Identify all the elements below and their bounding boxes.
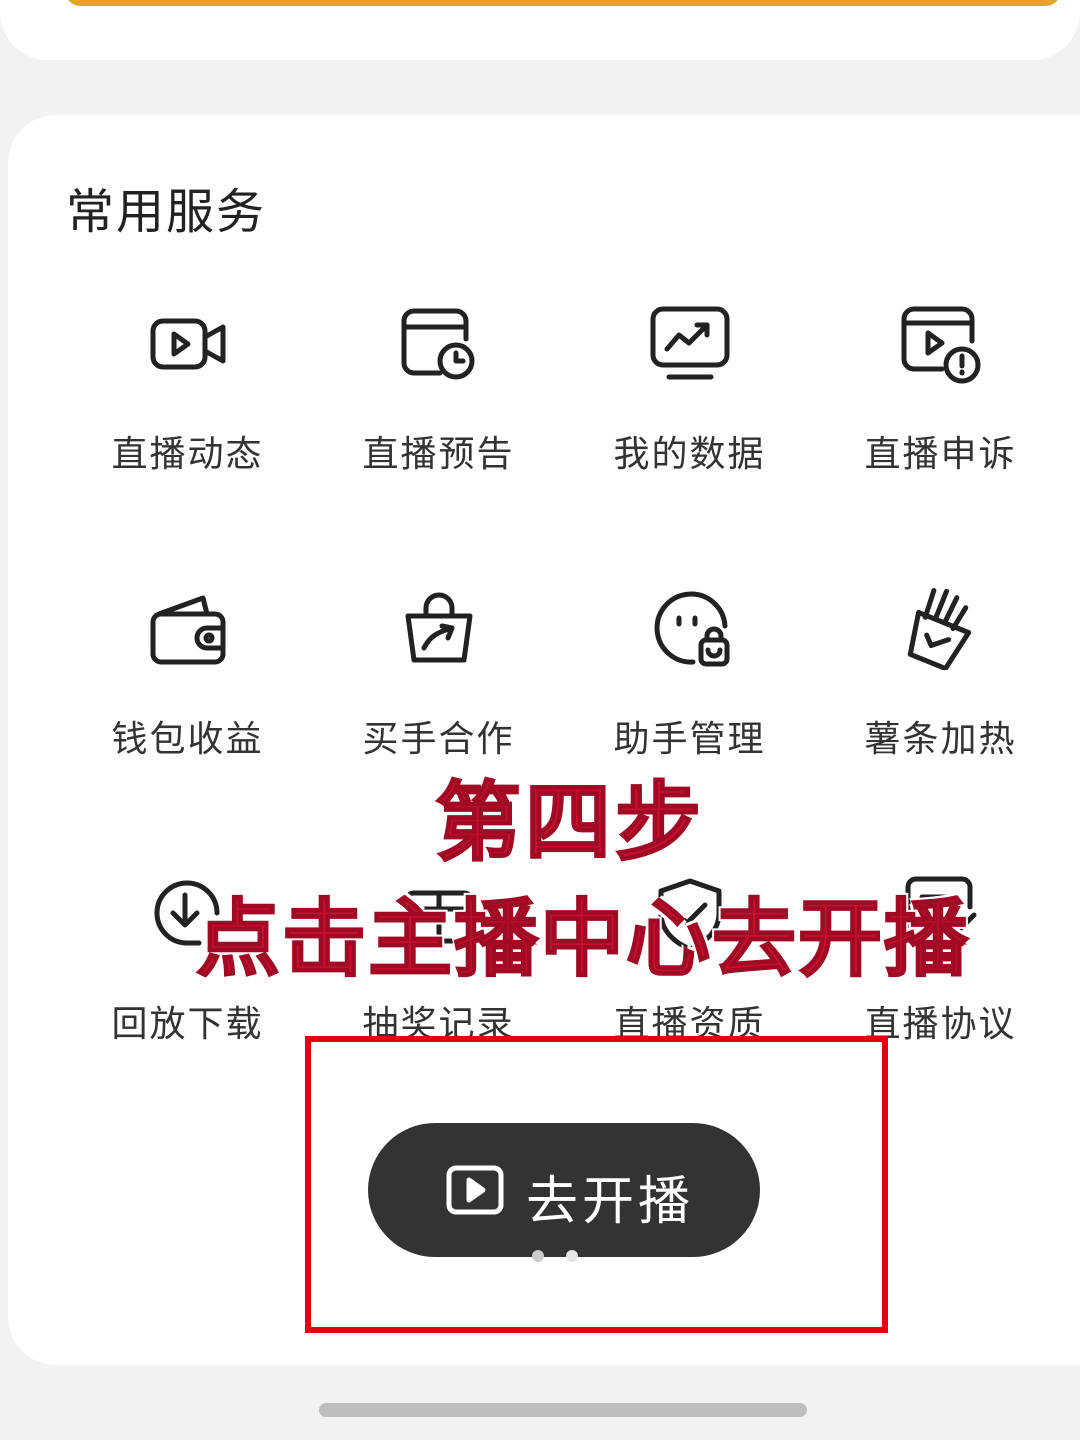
service-live-preview[interactable]: 直播预告: [313, 285, 564, 545]
service-label: 直播申诉: [864, 434, 1017, 475]
service-live-updates[interactable]: 直播动态: [62, 285, 313, 545]
service-my-data[interactable]: 我的数据: [564, 285, 815, 545]
section-title: 常用服务: [66, 184, 267, 240]
video-alert-icon: [900, 303, 982, 385]
service-label: 直播预告: [362, 434, 515, 475]
service-label: 直播动态: [111, 434, 264, 475]
calendar-clock-icon: [398, 303, 480, 385]
service-live-appeal[interactable]: 直播申诉: [815, 285, 1066, 545]
service-label: 我的数据: [613, 434, 766, 475]
video-camera-icon: [147, 303, 229, 385]
tutorial-step-title: 第四步: [434, 772, 705, 874]
assistant-face-icon: [649, 588, 731, 670]
top-card: [0, 0, 1080, 60]
top-accent-bar[interactable]: [66, 0, 1060, 6]
page-dot: [566, 1250, 578, 1262]
service-label: 回放下载: [111, 1004, 264, 1045]
go-live-button[interactable]: 去开播: [368, 1123, 760, 1257]
tutorial-step-instruction: 点击主播中心去开播: [195, 889, 971, 989]
home-indicator[interactable]: [319, 1403, 807, 1417]
wallet-icon: [147, 588, 229, 670]
trend-chart-icon: [649, 303, 731, 385]
play-square-icon: [446, 1165, 504, 1215]
shopping-bag-arrow-icon: [398, 588, 480, 670]
go-live-label: 去开播: [526, 1173, 695, 1231]
page-dot-active: [532, 1250, 544, 1262]
fries-boost-icon: [900, 588, 982, 670]
